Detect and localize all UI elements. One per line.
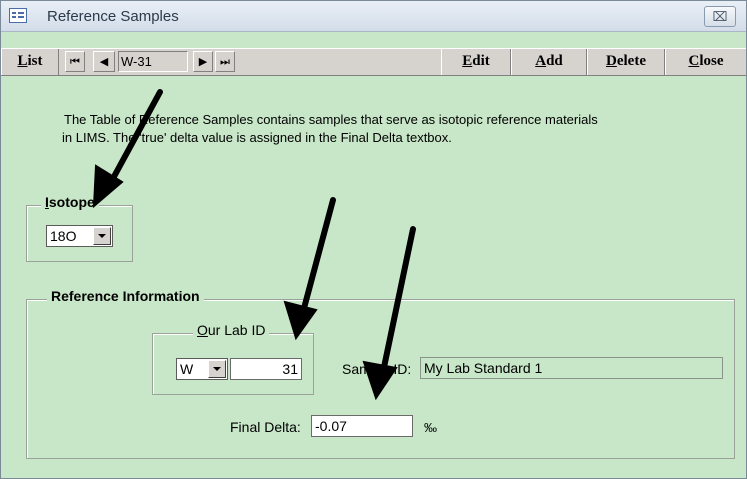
delete-button[interactable]: Delete xyxy=(587,49,665,75)
delete-button-accel: D xyxy=(606,53,617,69)
close-button-label: lose xyxy=(699,53,724,69)
add-button[interactable]: Add xyxy=(511,49,587,75)
lab-id-prefix-value: W xyxy=(180,361,194,377)
our-lab-id-label-text: ur Lab ID xyxy=(207,322,266,338)
title-bar: Reference Samples ⌧ xyxy=(1,1,746,32)
final-delta-field[interactable]: -0.07 xyxy=(311,415,413,437)
delete-button-label: elete xyxy=(616,53,646,69)
list-button-accel: L xyxy=(17,53,28,69)
lab-id-number-field[interactable]: 31 xyxy=(230,358,302,380)
instructions-line-1: The Table of Reference Samples contains … xyxy=(64,112,598,127)
isotope-select-value: 18O xyxy=(50,228,77,244)
reference-information-label: Reference Information xyxy=(47,288,204,304)
close-button[interactable]: Close xyxy=(665,49,746,75)
previous-record-icon[interactable]: ◀ xyxy=(93,51,115,72)
form-icon xyxy=(9,8,27,23)
instructions-text: The Table of Reference Samples contains … xyxy=(62,111,704,147)
per-mil-unit: ‰ xyxy=(424,420,437,435)
list-button[interactable]: List xyxy=(1,49,59,75)
instructions-line-2: in LIMS. The 'true' delta value is assig… xyxy=(62,130,452,145)
lab-id-prefix-select[interactable]: W xyxy=(176,358,228,380)
chevron-down-icon[interactable] xyxy=(208,360,226,378)
reference-samples-window: Reference Samples ⌧ List ⏮ ◀ W-31 ▶ ⏭ Ed… xyxy=(0,0,747,479)
close-button-accel: C xyxy=(688,53,700,69)
final-delta-label: Final Delta: xyxy=(230,419,301,435)
sample-id-field[interactable]: My Lab Standard 1 xyxy=(420,357,723,379)
first-record-icon[interactable]: ⏮ xyxy=(65,51,85,72)
chevron-down-icon[interactable] xyxy=(93,227,111,245)
window-title: Reference Samples xyxy=(47,8,179,25)
toolbar: List ⏮ ◀ W-31 ▶ ⏭ Edit Add Delete Close xyxy=(1,48,746,76)
close-window-icon[interactable]: ⌧ xyxy=(704,6,736,27)
edit-button-accel: E xyxy=(462,53,473,69)
edit-button-label: dit xyxy=(472,53,490,69)
isotope-label: Isotope xyxy=(41,194,99,210)
isotope-select[interactable]: 18O xyxy=(46,225,113,247)
last-record-icon[interactable]: ⏭ xyxy=(215,51,235,72)
next-record-icon[interactable]: ▶ xyxy=(193,51,213,72)
edit-button[interactable]: Edit xyxy=(441,49,511,75)
record-navigator-field[interactable]: W-31 xyxy=(118,51,188,72)
our-lab-id-label: Our Lab ID xyxy=(193,322,270,338)
list-button-label: ist xyxy=(27,53,43,69)
add-button-label: dd xyxy=(546,53,563,69)
our-lab-id-accel: O xyxy=(197,322,208,338)
isotope-label-text: sotope xyxy=(48,194,95,210)
add-button-accel: A xyxy=(535,53,547,69)
sample-id-label: Sample ID: xyxy=(342,361,412,377)
